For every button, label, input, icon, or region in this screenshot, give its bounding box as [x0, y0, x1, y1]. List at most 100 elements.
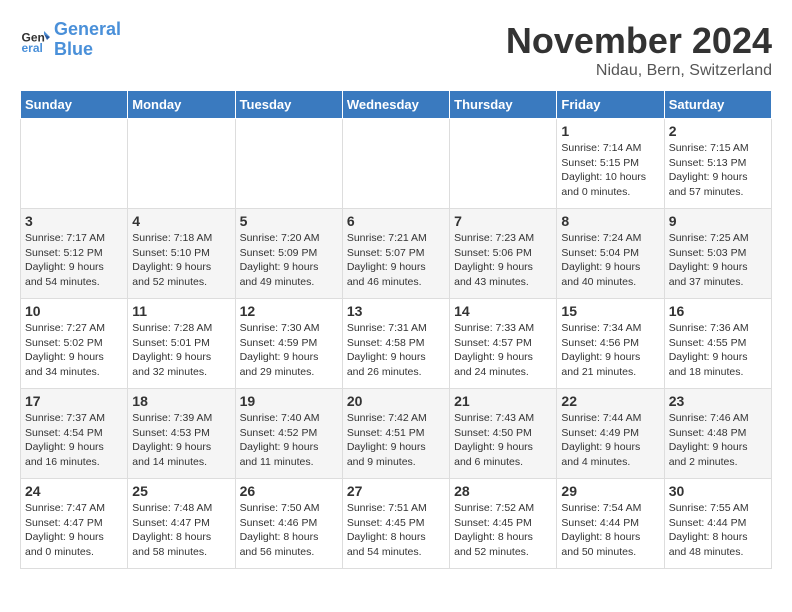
calendar-cell: 22 Sunrise: 7:44 AM Sunset: 4:49 PM Dayli…: [557, 389, 664, 479]
day-number: 4: [132, 213, 230, 229]
day-number: 28: [454, 483, 552, 499]
calendar-cell: 14Sunrise: 7:33 AM Sunset: 4:57 PM Dayli…: [450, 299, 557, 389]
logo-text: General Blue: [54, 20, 121, 60]
week-row-1: 1Sunrise: 7:14 AM Sunset: 5:15 PM Daylig…: [21, 119, 772, 209]
day-info: Sunrise: 7:42 AM Sunset: 4:51 PM Dayligh…: [347, 411, 445, 470]
calendar-cell: 29 Sunrise: 7:54 AM Sunset: 4:44 PM Dayli…: [557, 479, 664, 569]
calendar-cell: [450, 119, 557, 209]
day-number: 18: [132, 393, 230, 409]
logo-line2: Blue: [54, 39, 93, 59]
calendar-cell: [128, 119, 235, 209]
day-number: 5: [240, 213, 338, 229]
day-number: 11: [132, 303, 230, 319]
calendar-cell: 26Sunrise: 7:50 AM Sunset: 4:46 PM Dayli…: [235, 479, 342, 569]
calendar-cell: 23 Sunrise: 7:46 AM Sunset: 4:48 PM Dayli…: [664, 389, 771, 479]
day-info: Sunrise: 7:47 AM Sunset: 4:47 PM Dayligh…: [25, 501, 123, 560]
svg-text:eral: eral: [22, 41, 43, 55]
day-number: 9: [669, 213, 767, 229]
day-info: Sunrise: 7:33 AM Sunset: 4:57 PM Dayligh…: [454, 321, 552, 380]
calendar-cell: 12 Sunrise: 7:30 AM Sunset: 4:59 PM Dayli…: [235, 299, 342, 389]
day-number: 24: [25, 483, 123, 499]
logo-icon: Gen eral: [20, 25, 50, 55]
day-info: Sunrise: 7:36 AM Sunset: 4:55 PM Dayligh…: [669, 321, 767, 380]
column-header-thursday: Thursday: [450, 91, 557, 119]
calendar-cell: 8 Sunrise: 7:24 AM Sunset: 5:04 PM Daylig…: [557, 209, 664, 299]
calendar-cell: 20 Sunrise: 7:42 AM Sunset: 4:51 PM Dayli…: [342, 389, 449, 479]
calendar-cell: 9 Sunrise: 7:25 AM Sunset: 5:03 PM Daylig…: [664, 209, 771, 299]
day-info: Sunrise: 7:30 AM Sunset: 4:59 PM Dayligh…: [240, 321, 338, 380]
day-number: 7: [454, 213, 552, 229]
day-number: 2: [669, 123, 767, 139]
calendar-title: November 2024: [506, 20, 772, 62]
day-number: 20: [347, 393, 445, 409]
day-number: 8: [561, 213, 659, 229]
day-number: 1: [561, 123, 659, 139]
day-info: Sunrise: 7:24 AM Sunset: 5:04 PM Dayligh…: [561, 231, 659, 290]
calendar-cell: 6Sunrise: 7:21 AM Sunset: 5:07 PM Daylig…: [342, 209, 449, 299]
calendar-cell: 4Sunrise: 7:18 AM Sunset: 5:10 PM Daylig…: [128, 209, 235, 299]
calendar-cell: 19Sunrise: 7:40 AM Sunset: 4:52 PM Dayli…: [235, 389, 342, 479]
day-number: 23: [669, 393, 767, 409]
calendar-cell: 17 Sunrise: 7:37 AM Sunset: 4:54 PM Dayli…: [21, 389, 128, 479]
column-header-friday: Friday: [557, 91, 664, 119]
day-number: 29: [561, 483, 659, 499]
calendar-cell: 24 Sunrise: 7:47 AM Sunset: 4:47 PM Dayli…: [21, 479, 128, 569]
calendar-cell: 15 Sunrise: 7:34 AM Sunset: 4:56 PM Dayli…: [557, 299, 664, 389]
day-info: Sunrise: 7:39 AM Sunset: 4:53 PM Dayligh…: [132, 411, 230, 470]
day-info: Sunrise: 7:23 AM Sunset: 5:06 PM Dayligh…: [454, 231, 552, 290]
day-number: 10: [25, 303, 123, 319]
title-block: November 2024 Nidau, Bern, Switzerland: [506, 20, 772, 80]
calendar-cell: 13Sunrise: 7:31 AM Sunset: 4:58 PM Dayli…: [342, 299, 449, 389]
day-info: Sunrise: 7:34 AM Sunset: 4:56 PM Dayligh…: [561, 321, 659, 380]
calendar-cell: 28Sunrise: 7:52 AM Sunset: 4:45 PM Dayli…: [450, 479, 557, 569]
logo-line1: General: [54, 19, 121, 39]
week-row-5: 24 Sunrise: 7:47 AM Sunset: 4:47 PM Dayli…: [21, 479, 772, 569]
day-info: Sunrise: 7:25 AM Sunset: 5:03 PM Dayligh…: [669, 231, 767, 290]
calendar-cell: 16Sunrise: 7:36 AM Sunset: 4:55 PM Dayli…: [664, 299, 771, 389]
calendar-cell: 1Sunrise: 7:14 AM Sunset: 5:15 PM Daylig…: [557, 119, 664, 209]
day-info: Sunrise: 7:27 AM Sunset: 5:02 PM Dayligh…: [25, 321, 123, 380]
calendar-cell: 21Sunrise: 7:43 AM Sunset: 4:50 PM Dayli…: [450, 389, 557, 479]
calendar-cell: 18 Sunrise: 7:39 AM Sunset: 4:53 PM Dayli…: [128, 389, 235, 479]
header-row: SundayMondayTuesdayWednesdayThursdayFrid…: [21, 91, 772, 119]
day-number: 30: [669, 483, 767, 499]
day-info: Sunrise: 7:20 AM Sunset: 5:09 PM Dayligh…: [240, 231, 338, 290]
day-info: Sunrise: 7:31 AM Sunset: 4:58 PM Dayligh…: [347, 321, 445, 380]
week-row-4: 17 Sunrise: 7:37 AM Sunset: 4:54 PM Dayli…: [21, 389, 772, 479]
page-header: Gen eral General Blue November 2024 Nida…: [20, 20, 772, 80]
calendar-cell: [235, 119, 342, 209]
day-number: 15: [561, 303, 659, 319]
calendar-cell: 5 Sunrise: 7:20 AM Sunset: 5:09 PM Daylig…: [235, 209, 342, 299]
calendar-cell: 3 Sunrise: 7:17 AM Sunset: 5:12 PM Daylig…: [21, 209, 128, 299]
day-info: Sunrise: 7:51 AM Sunset: 4:45 PM Dayligh…: [347, 501, 445, 560]
day-info: Sunrise: 7:28 AM Sunset: 5:01 PM Dayligh…: [132, 321, 230, 380]
calendar-header: SundayMondayTuesdayWednesdayThursdayFrid…: [21, 91, 772, 119]
column-header-wednesday: Wednesday: [342, 91, 449, 119]
day-info: Sunrise: 7:54 AM Sunset: 4:44 PM Dayligh…: [561, 501, 659, 560]
day-number: 17: [25, 393, 123, 409]
day-info: Sunrise: 7:46 AM Sunset: 4:48 PM Dayligh…: [669, 411, 767, 470]
calendar-subtitle: Nidau, Bern, Switzerland: [506, 62, 772, 80]
day-info: Sunrise: 7:48 AM Sunset: 4:47 PM Dayligh…: [132, 501, 230, 560]
day-info: Sunrise: 7:44 AM Sunset: 4:49 PM Dayligh…: [561, 411, 659, 470]
week-row-3: 10 Sunrise: 7:27 AM Sunset: 5:02 PM Dayli…: [21, 299, 772, 389]
day-info: Sunrise: 7:17 AM Sunset: 5:12 PM Dayligh…: [25, 231, 123, 290]
day-info: Sunrise: 7:15 AM Sunset: 5:13 PM Dayligh…: [669, 141, 767, 200]
day-number: 3: [25, 213, 123, 229]
column-header-saturday: Saturday: [664, 91, 771, 119]
column-header-monday: Monday: [128, 91, 235, 119]
column-header-tuesday: Tuesday: [235, 91, 342, 119]
column-header-sunday: Sunday: [21, 91, 128, 119]
day-number: 22: [561, 393, 659, 409]
calendar-cell: 7 Sunrise: 7:23 AM Sunset: 5:06 PM Daylig…: [450, 209, 557, 299]
day-info: Sunrise: 7:21 AM Sunset: 5:07 PM Dayligh…: [347, 231, 445, 290]
day-info: Sunrise: 7:43 AM Sunset: 4:50 PM Dayligh…: [454, 411, 552, 470]
calendar-cell: 27 Sunrise: 7:51 AM Sunset: 4:45 PM Dayli…: [342, 479, 449, 569]
day-info: Sunrise: 7:37 AM Sunset: 4:54 PM Dayligh…: [25, 411, 123, 470]
day-number: 19: [240, 393, 338, 409]
day-number: 25: [132, 483, 230, 499]
calendar-cell: 11 Sunrise: 7:28 AM Sunset: 5:01 PM Dayli…: [128, 299, 235, 389]
day-number: 27: [347, 483, 445, 499]
day-number: 12: [240, 303, 338, 319]
calendar-cell: [21, 119, 128, 209]
